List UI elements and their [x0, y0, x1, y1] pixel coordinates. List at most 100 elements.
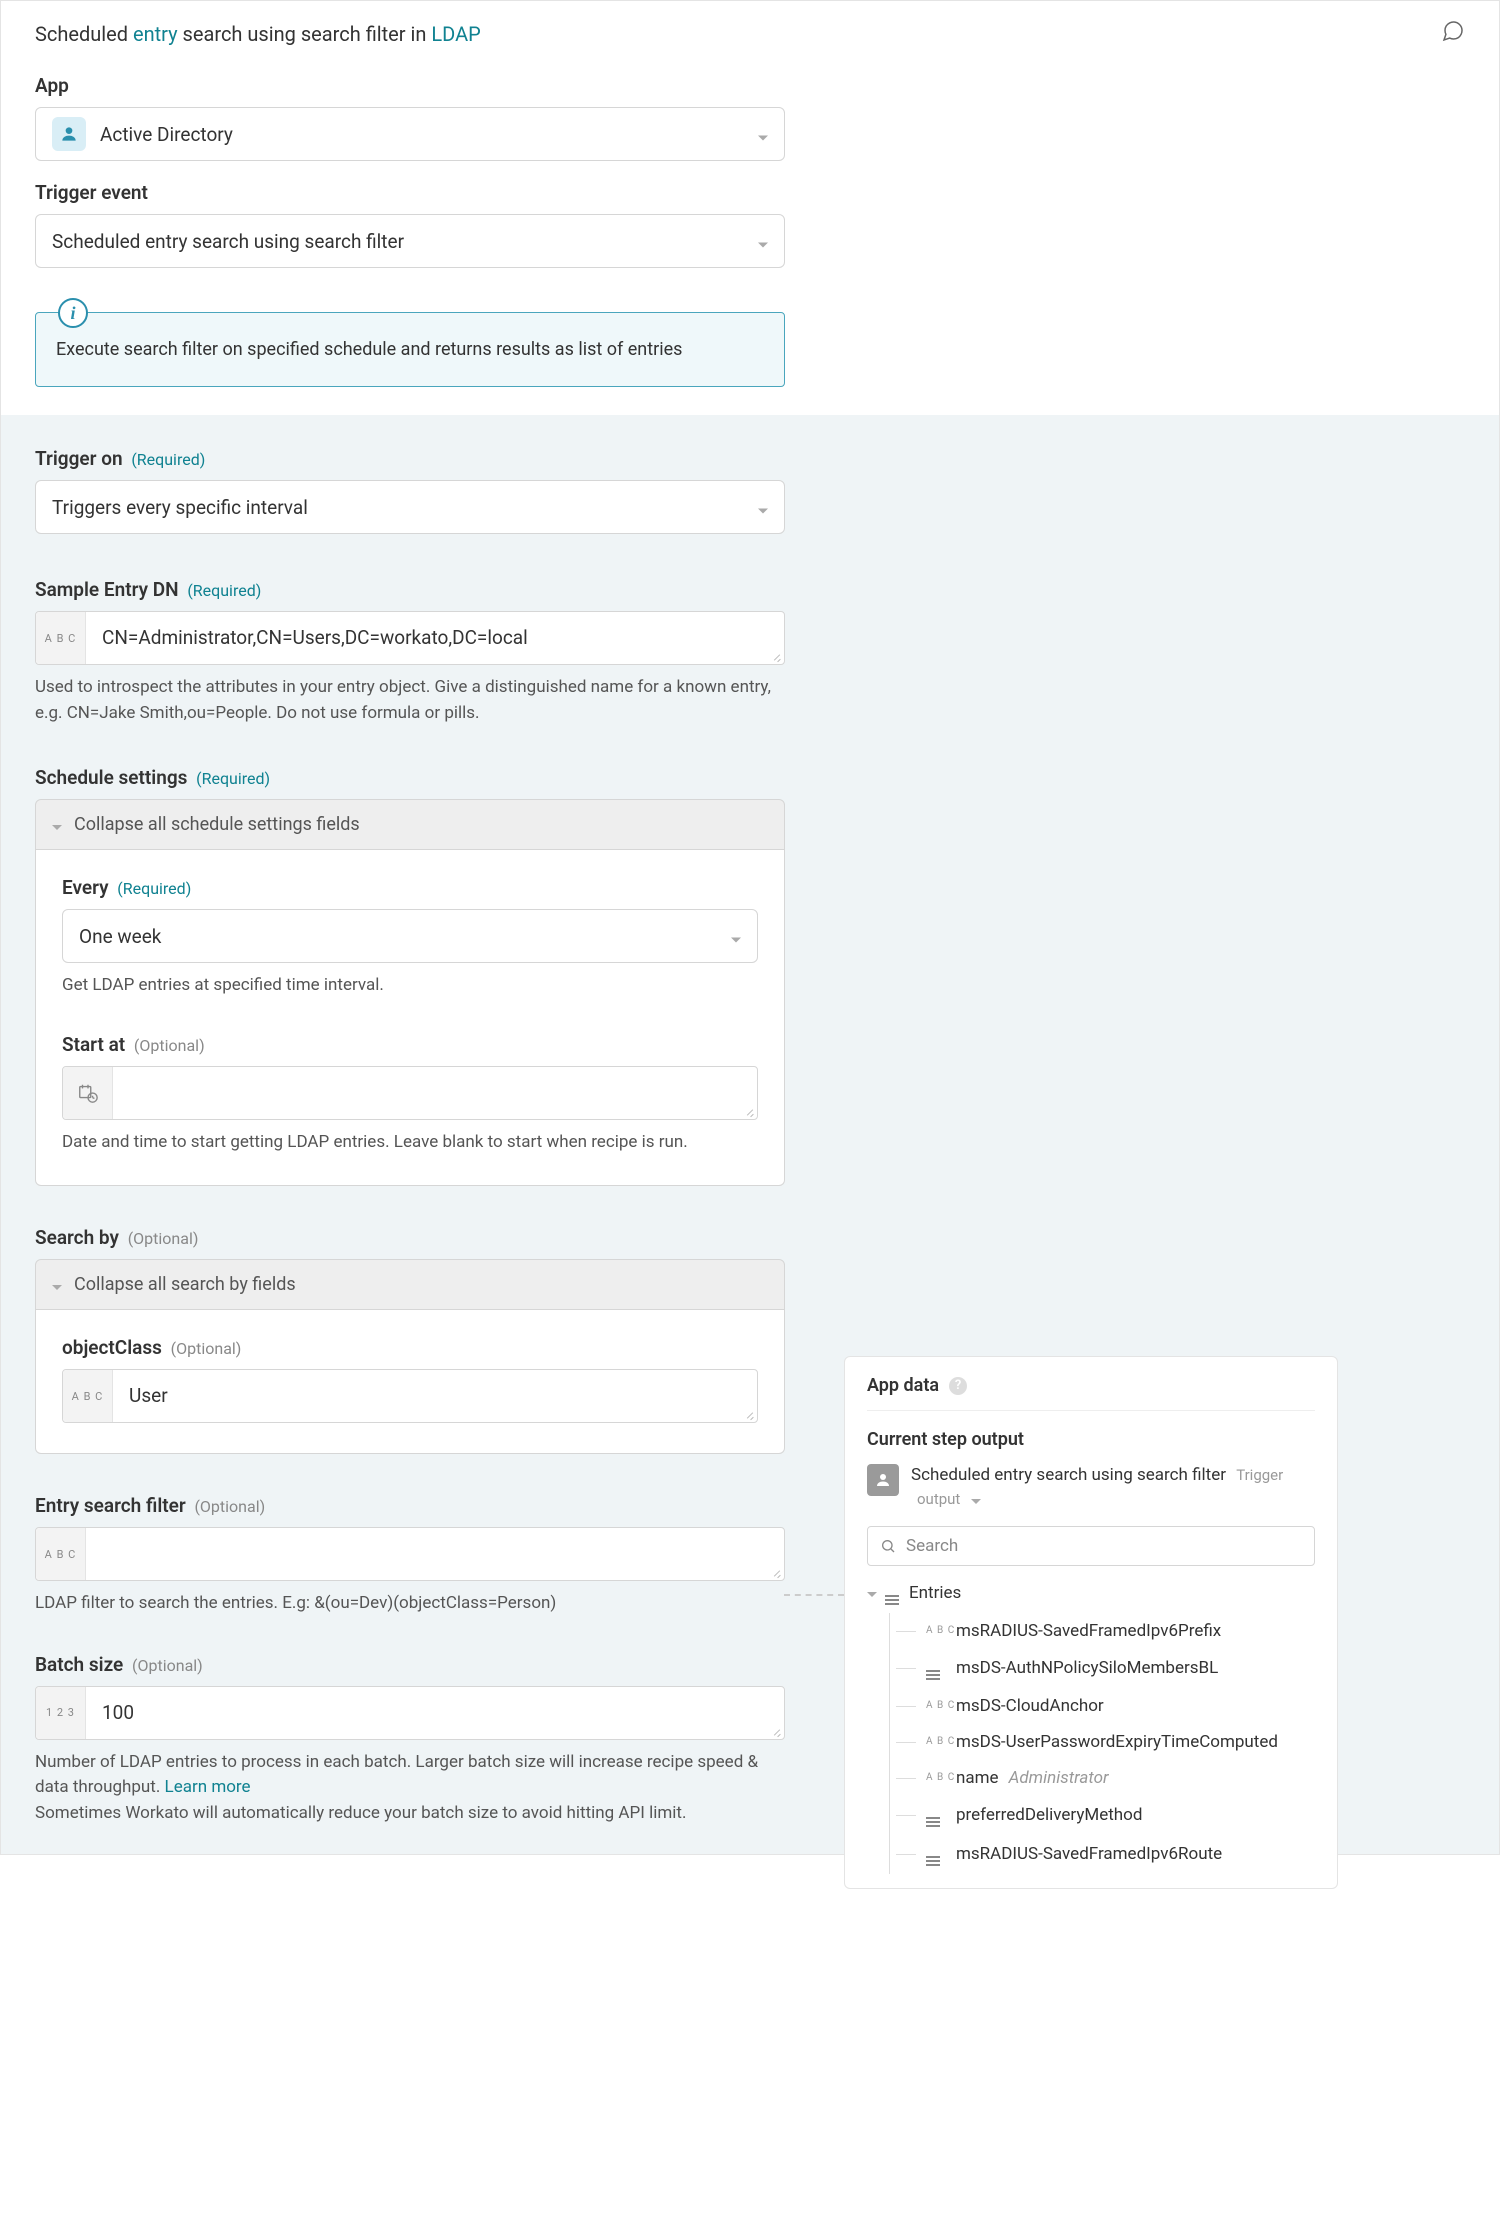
chevron-down-icon — [758, 123, 768, 146]
required-tag: (Required) — [187, 581, 261, 600]
tree-item[interactable]: A B CmsDS-CloudAnchor — [896, 1688, 1315, 1724]
search-by-panel: objectClass (Optional) A B C User — [35, 1310, 785, 1454]
tree-item[interactable]: A B CmsRADIUS-SavedFramedIpv6Prefix — [896, 1613, 1315, 1649]
search-icon — [880, 1538, 896, 1554]
optional-tag: (Optional) — [132, 1656, 203, 1675]
trigger-event-value: Scheduled entry search using search filt… — [52, 230, 404, 253]
tree-item-label: msRADIUS-SavedFramedIpv6Route — [956, 1844, 1222, 1864]
tree-item[interactable]: A B Cname Administrator — [896, 1760, 1315, 1796]
tree-item[interactable]: A B CmsDS-UserPasswordExpiryTimeComputed — [896, 1724, 1315, 1760]
list-icon — [926, 1657, 956, 1680]
search-by-label: Search by (Optional) — [35, 1226, 1465, 1249]
entry-filter-value — [86, 1528, 784, 1580]
trigger-event-select[interactable]: Scheduled entry search using search filt… — [35, 214, 785, 268]
sample-dn-label: Sample Entry DN (Required) — [35, 578, 1465, 601]
tree-item-label: msDS-UserPasswordExpiryTimeComputed — [956, 1732, 1278, 1752]
ldap-link[interactable]: LDAP — [431, 22, 480, 46]
chevron-down-icon — [971, 1493, 981, 1507]
text-type-badge: A B C — [926, 1772, 956, 1783]
list-icon — [926, 1843, 956, 1866]
batch-help: Number of LDAP entries to process in eac… — [35, 1750, 785, 1827]
objectclass-label: objectClass (Optional) — [62, 1336, 758, 1359]
chevron-down-icon — [758, 496, 768, 519]
resize-handle[interactable] — [770, 650, 782, 662]
start-at-input[interactable] — [62, 1066, 758, 1120]
optional-tag: (Optional) — [194, 1497, 265, 1516]
sample-dn-help: Used to introspect the attributes in you… — [35, 675, 785, 726]
tree-item-label: msRADIUS-SavedFramedIpv6Prefix — [956, 1621, 1221, 1641]
app-label: App — [35, 74, 1465, 97]
every-value: One week — [79, 925, 161, 948]
tree-item-label: name — [956, 1768, 999, 1788]
learn-more-link[interactable]: Learn more — [165, 1777, 251, 1797]
resize-handle[interactable] — [770, 1566, 782, 1578]
trigger-on-value: Triggers every specific interval — [52, 496, 308, 519]
title-text: Scheduled — [35, 22, 133, 46]
comment-icon[interactable] — [1441, 19, 1465, 48]
objectclass-input[interactable]: A B C User — [62, 1369, 758, 1423]
list-icon — [885, 1582, 899, 1605]
optional-tag: (Optional) — [134, 1036, 205, 1055]
search-by-collapse-bar[interactable]: Collapse all search by fields — [35, 1259, 785, 1310]
tree-item[interactable]: msDS-AuthNPolicySiloMembersBL — [896, 1649, 1315, 1688]
page-title: Scheduled entry search using search filt… — [35, 22, 481, 46]
tree-item[interactable]: preferredDeliveryMethod — [896, 1796, 1315, 1835]
app-value: Active Directory — [100, 123, 233, 146]
chevron-down-icon — [867, 1586, 877, 1600]
info-text: Execute search filter on specified sched… — [56, 339, 682, 360]
app-select[interactable]: Active Directory — [35, 107, 785, 161]
title-text-2: search using search filter in — [178, 22, 432, 46]
help-icon[interactable]: ? — [949, 1377, 967, 1395]
list-icon — [926, 1804, 956, 1827]
step-output-header[interactable]: Scheduled entry search using search filt… — [867, 1464, 1315, 1512]
start-at-value — [113, 1067, 757, 1119]
trigger-on-label: Trigger on (Required) — [35, 447, 1465, 470]
every-label: Every (Required) — [62, 876, 758, 899]
start-at-label: Start at (Optional) — [62, 1033, 758, 1056]
app-data-title: App data — [867, 1375, 939, 1396]
text-type-badge: A B C — [926, 1625, 956, 1636]
every-select[interactable]: One week — [62, 909, 758, 963]
trigger-on-select[interactable]: Triggers every specific interval — [35, 480, 785, 534]
sample-dn-input[interactable]: A B C CN=Administrator,CN=Users,DC=worka… — [35, 611, 785, 665]
app-data-panel: App data ? Current step output Scheduled… — [844, 1356, 1338, 1889]
every-help: Get LDAP entries at specified time inter… — [62, 973, 758, 999]
trigger-event-label: Trigger event — [35, 181, 1465, 204]
schedule-panel: Every (Required) One week Get LDAP entri… — [35, 850, 785, 1186]
resize-handle[interactable] — [770, 1725, 782, 1737]
resize-handle[interactable] — [743, 1105, 755, 1117]
step-name: Scheduled entry search using search filt… — [911, 1465, 1226, 1485]
entries-label: Entries — [909, 1583, 961, 1603]
tree-item-label: preferredDeliveryMethod — [956, 1805, 1142, 1825]
resize-handle[interactable] — [743, 1408, 755, 1420]
step-sub: Trigger — [1236, 1466, 1283, 1484]
tree-item[interactable]: msRADIUS-SavedFramedIpv6Route — [896, 1835, 1315, 1874]
tree-item-value: Administrator — [1009, 1768, 1109, 1788]
active-directory-icon — [52, 117, 86, 151]
entry-filter-input[interactable]: A B C — [35, 1527, 785, 1581]
text-type-badge: A B C — [63, 1370, 113, 1422]
chevron-down-icon — [52, 1274, 62, 1295]
entry-link[interactable]: entry — [133, 22, 178, 46]
required-tag: (Required) — [131, 450, 205, 469]
schedule-label: Schedule settings (Required) — [35, 766, 1465, 789]
objectclass-value: User — [113, 1370, 757, 1422]
info-box: i Execute search filter on specified sch… — [35, 312, 785, 387]
batch-value: 100 — [86, 1687, 784, 1739]
active-directory-icon — [867, 1464, 899, 1496]
search-input[interactable]: Search — [867, 1526, 1315, 1566]
chevron-down-icon — [731, 925, 741, 948]
optional-tag: (Optional) — [171, 1339, 242, 1358]
step-sub: output — [917, 1490, 960, 1508]
text-type-badge: A B C — [36, 612, 86, 664]
chevron-down-icon — [52, 814, 62, 835]
optional-tag: (Optional) — [128, 1229, 199, 1248]
text-type-badge: A B C — [926, 1700, 956, 1711]
start-at-help: Date and time to start getting LDAP entr… — [62, 1130, 758, 1156]
entries-node[interactable]: Entries — [867, 1582, 1315, 1605]
batch-input[interactable]: 1 2 3 100 — [35, 1686, 785, 1740]
required-tag: (Required) — [196, 769, 270, 788]
schedule-collapse-bar[interactable]: Collapse all schedule settings fields — [35, 799, 785, 850]
entry-filter-help: LDAP filter to search the entries. E.g: … — [35, 1591, 785, 1617]
info-icon: i — [58, 298, 88, 328]
